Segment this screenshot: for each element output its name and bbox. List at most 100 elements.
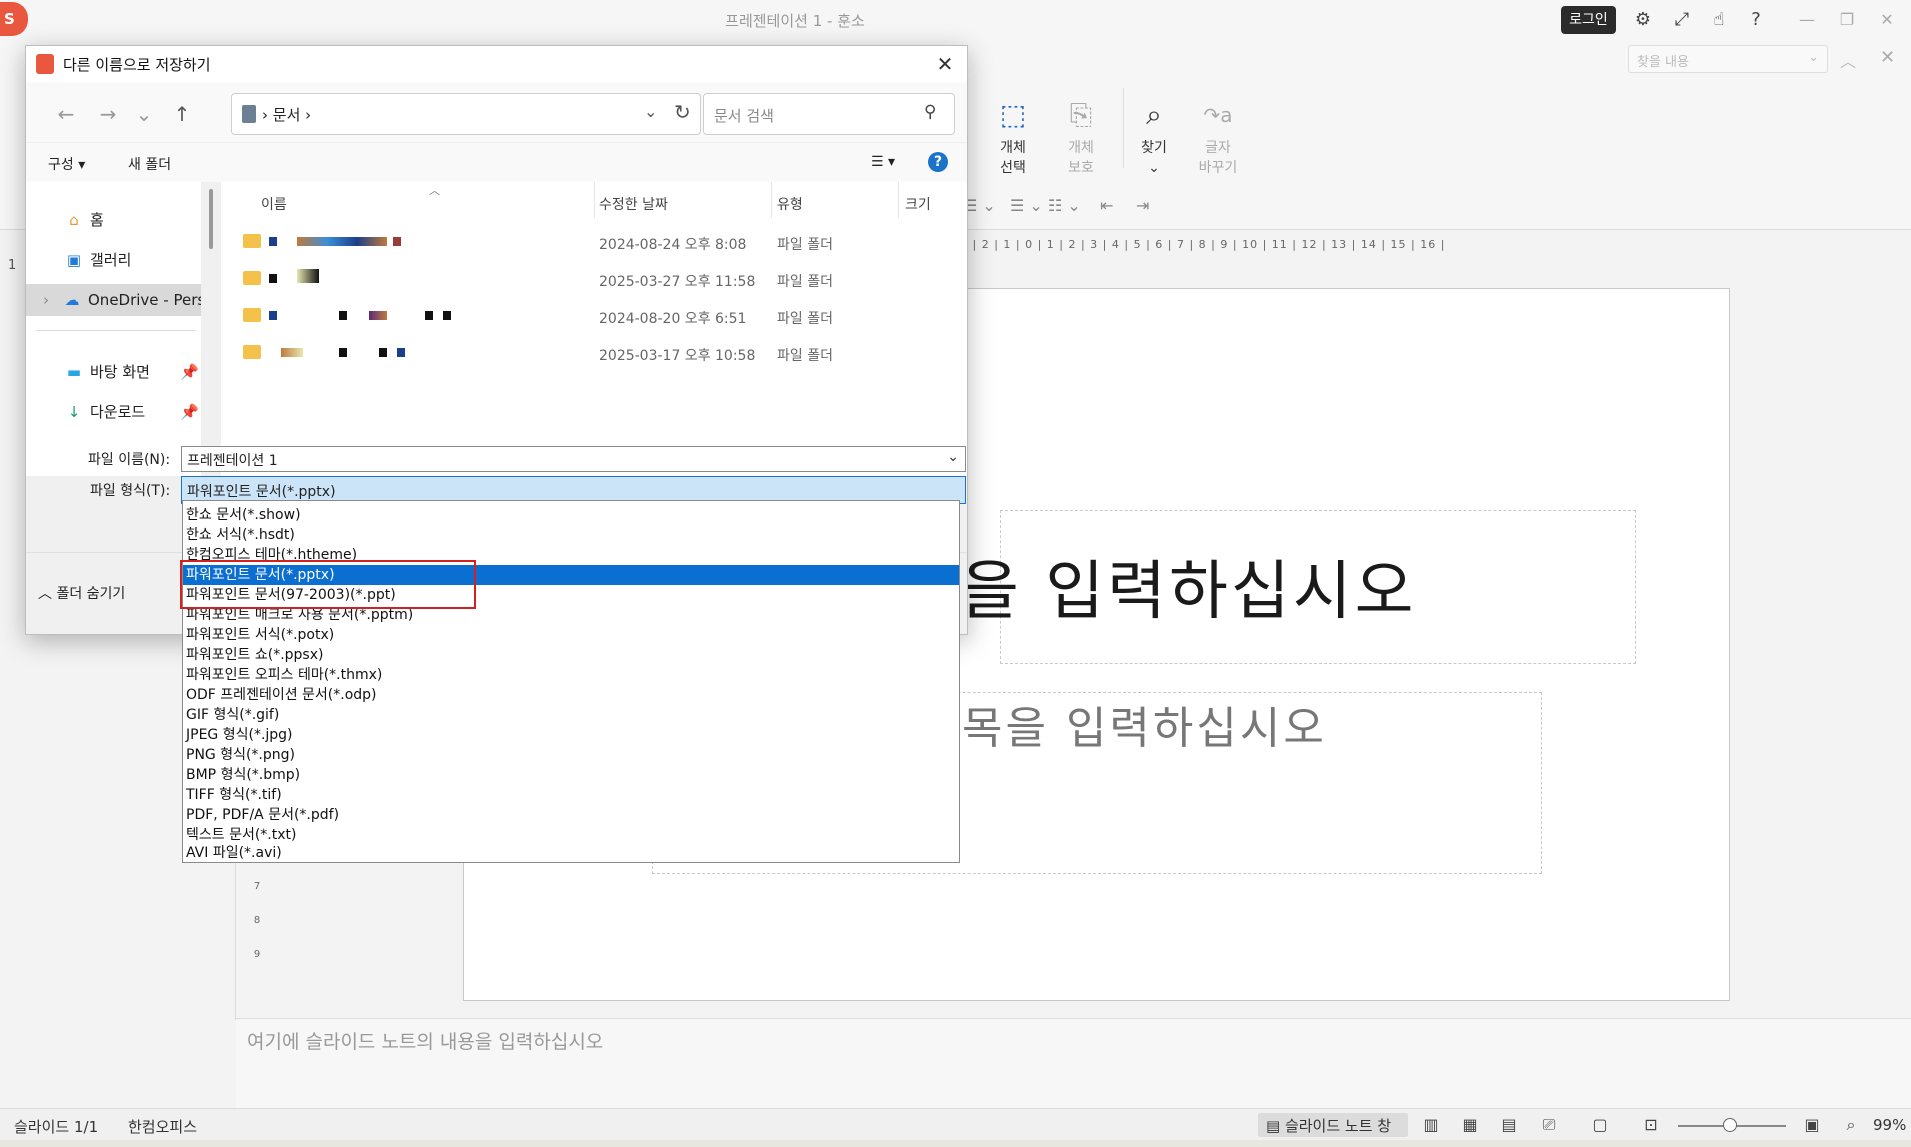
- file-type-option[interactable]: 파워포인트 오피스 테마(*.thmx): [183, 665, 959, 685]
- help-icon[interactable]: ?: [1743, 8, 1769, 32]
- organize-button[interactable]: 구성 ▾: [48, 154, 85, 174]
- numbered-list-icon[interactable]: ☷ ⌄: [1048, 196, 1081, 222]
- forward-icon[interactable]: →: [94, 100, 122, 128]
- redacted-name: [269, 237, 277, 246]
- address-bar[interactable]: › 문서 › ⌄ ↻: [231, 93, 701, 135]
- file-type-option[interactable]: PDF, PDF/A 문서(*.pdf): [183, 805, 959, 825]
- chevron-up-icon: ︿: [38, 586, 57, 602]
- reading-view-icon[interactable]: ▤: [1496, 1113, 1522, 1137]
- file-type-option[interactable]: ODF 프레젠테이션 문서(*.odp): [183, 685, 959, 705]
- notes-toggle-button[interactable]: ▤ 슬라이드 노트 창: [1258, 1113, 1408, 1137]
- file-row[interactable]: 2025-03-17 오후 10:58 파일 폴더: [221, 335, 961, 372]
- folder-icon: [243, 308, 261, 322]
- redacted-name: [297, 237, 387, 246]
- zoom-slider-handle[interactable]: [1723, 1118, 1737, 1132]
- fit-page-icon[interactable]: ▣: [1799, 1113, 1825, 1137]
- chevron-up-icon[interactable]: ︿: [1840, 48, 1856, 72]
- dialog-navbar: ← → ⌄ ↑ › 문서 › ⌄ ↻ 문서 검색 ⚲: [26, 82, 967, 142]
- redacted-name: [269, 311, 277, 320]
- back-icon[interactable]: ←: [52, 100, 80, 128]
- file-name-input[interactable]: 프레젠테이션 1 ⌄: [181, 446, 966, 472]
- folder-icon: [243, 271, 261, 285]
- file-type-option[interactable]: 한쇼 서식(*.hsdt): [183, 525, 959, 545]
- expand-icon[interactable]: ⤢: [1669, 8, 1695, 32]
- chevron-down-icon[interactable]: ⌄: [644, 102, 657, 121]
- navpane-scrollbar[interactable]: [209, 189, 213, 249]
- help-icon[interactable]: ?: [928, 152, 948, 172]
- column-divider: [898, 182, 899, 218]
- file-type-option[interactable]: AVI 파일(*.avi): [183, 843, 959, 863]
- file-type-option[interactable]: BMP 형식(*.bmp): [183, 765, 959, 785]
- redacted-name: [281, 348, 303, 357]
- column-modified[interactable]: 수정한 날짜: [599, 194, 668, 214]
- address-segment[interactable]: 문서: [273, 106, 301, 124]
- file-type-option[interactable]: PNG 형식(*.png): [183, 745, 959, 765]
- touch-icon[interactable]: ☝: [1706, 8, 1732, 32]
- file-type-option[interactable]: JPEG 형식(*.jpg): [183, 725, 959, 745]
- login-button[interactable]: 로그인: [1561, 6, 1616, 34]
- file-row[interactable]: 2024-08-24 오후 8:08 파일 폴더: [221, 224, 961, 261]
- nav-item-home[interactable]: ⌂ 홈: [26, 204, 201, 236]
- column-size[interactable]: 크기: [905, 194, 931, 214]
- view-options-icon[interactable]: ☰ ▾: [871, 154, 895, 170]
- up-icon[interactable]: ↑: [168, 100, 196, 128]
- chevron-down-icon[interactable]: ⌄: [947, 449, 959, 465]
- column-type[interactable]: 유형: [777, 194, 803, 214]
- outdent-icon[interactable]: ⇤: [1100, 196, 1113, 222]
- notes-placeholder: 여기에 슬라이드 노트의 내용을 입력하십시오: [247, 1031, 604, 1053]
- indent-icon[interactable]: ⇥: [1136, 196, 1149, 222]
- file-row[interactable]: 2025-03-27 오후 11:58 파일 폴더: [221, 261, 961, 298]
- fit-window-icon[interactable]: ▢: [1587, 1113, 1613, 1137]
- slide-sorter-icon[interactable]: ▦: [1457, 1113, 1483, 1137]
- app-title: 프레젠테이션 1 - 훈소: [725, 12, 865, 30]
- object-protect-button[interactable]: ⎘ 개체 보호: [1051, 92, 1111, 178]
- documents-icon: [242, 105, 256, 123]
- column-divider: [771, 182, 772, 218]
- numbered-list-icon[interactable]: ☰ ⌄: [1010, 196, 1043, 222]
- file-type-option[interactable]: 한쇼 문서(*.show): [183, 505, 959, 525]
- nav-item-onedrive[interactable]: › ☁ OneDrive - Pers: [26, 284, 201, 316]
- file-type-option[interactable]: 텍스트 문서(*.txt): [183, 825, 959, 845]
- refresh-icon[interactable]: ↻: [674, 100, 691, 124]
- find-input[interactable]: 찾을 내용 ⌄: [1628, 45, 1828, 73]
- file-type-option[interactable]: GIF 형식(*.gif): [183, 705, 959, 725]
- file-type-option[interactable]: 파워포인트 서식(*.potx): [183, 625, 959, 645]
- fit-slide-icon[interactable]: ⊡: [1638, 1113, 1664, 1137]
- minimize-icon[interactable]: —: [1792, 8, 1822, 32]
- chevron-down-icon: ⌄: [1148, 160, 1160, 176]
- nav-item-gallery[interactable]: ▣ 갤러리: [26, 244, 201, 276]
- hide-folders-button[interactable]: ︿ 폴더 숨기기: [38, 583, 125, 603]
- file-type-dropdown-list: 한쇼 문서(*.show) 한쇼 서식(*.hsdt) 한컴오피스 테마(*.h…: [182, 500, 960, 863]
- redacted-name: [339, 348, 347, 357]
- close-icon[interactable]: ✕: [1880, 47, 1895, 68]
- replace-button[interactable]: ↷a 글자 바꾸기: [1188, 92, 1248, 178]
- file-type-option[interactable]: TIFF 형식(*.tif): [183, 785, 959, 805]
- column-divider: [594, 182, 595, 218]
- search-input[interactable]: 문서 검색 ⚲: [703, 93, 955, 135]
- normal-view-icon[interactable]: ▥: [1418, 1113, 1444, 1137]
- zoom-icon[interactable]: ⌕: [1838, 1113, 1864, 1137]
- nav-item-downloads[interactable]: ↓ 다운로드 📌: [26, 396, 201, 428]
- restore-icon[interactable]: ❐: [1832, 8, 1862, 32]
- nav-item-desktop[interactable]: ▬ 바탕 화면 📌: [26, 356, 201, 388]
- recent-locations-icon[interactable]: ⌄: [130, 100, 158, 128]
- replace-icon: ↷a: [1203, 103, 1233, 127]
- subtitle-placeholder-text: 목을 입력하십시오: [962, 703, 1327, 754]
- close-icon[interactable]: ✕: [1872, 8, 1902, 32]
- redacted-name: [443, 311, 451, 320]
- zoom-level: 99%: [1873, 1116, 1907, 1134]
- new-folder-button[interactable]: 새 폴더: [128, 154, 171, 174]
- gear-icon[interactable]: ⚙: [1630, 8, 1656, 32]
- column-name[interactable]: 이름: [261, 194, 287, 214]
- slideshow-icon[interactable]: ⎚: [1536, 1113, 1562, 1137]
- find-button[interactable]: ⌕ 찾기 ⌄: [1124, 92, 1184, 178]
- file-row[interactable]: 2024-08-20 오후 6:51 파일 폴더: [221, 298, 961, 335]
- file-type-option[interactable]: 파워포인트 쇼(*.ppsx): [183, 645, 959, 665]
- object-select-button[interactable]: ⬚ 개체 선택: [983, 92, 1043, 178]
- dialog-close-button[interactable]: ✕: [931, 50, 959, 78]
- folder-icon: [243, 345, 261, 359]
- redacted-name: [369, 311, 387, 320]
- notes-icon: ▤: [1266, 1117, 1285, 1135]
- pin-icon: 📌: [180, 403, 199, 421]
- redacted-name: [339, 311, 347, 320]
